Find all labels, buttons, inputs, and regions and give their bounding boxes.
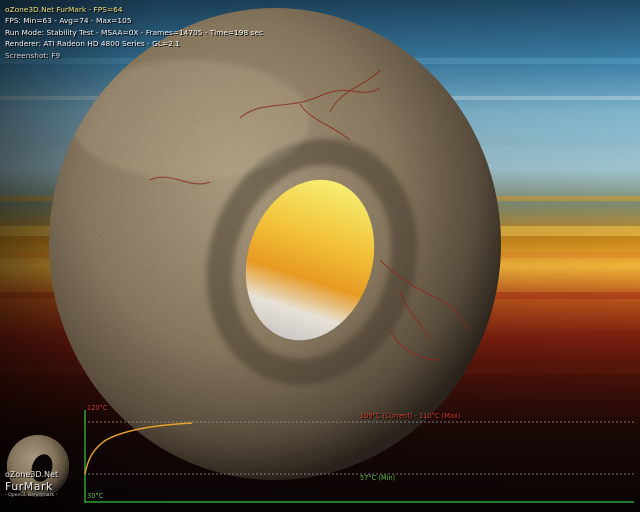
logo-tagline-text: - OpenGL Benchmark - [5,493,58,498]
graph-min-value-label: 57°C (Min) [360,474,396,482]
graph-current-max-label: 109°C (Current) - 110°C (Max) [360,412,461,420]
hud-fps-stats: FPS: Min=63 - Avg=74 - Max=105 [5,16,132,26]
hud-renderer: Renderer: ATI Radeon HD 4800 Series - GL… [5,39,180,49]
temperature-graph [84,410,634,503]
logo-name-text: FurMark [5,480,53,493]
hud-screenshot-hint: Screenshot: F9 [5,50,61,60]
hud-overlay: oZone3D.Net FurMark - FPS=64 FPS: Min=63… [5,4,263,61]
hud-title: oZone3D.Net FurMark - FPS=64 [5,5,123,14]
graph-max-scale-label: 120°C [87,404,108,412]
hud-run-mode: Run Mode: Stability Test - MSAA=0X - Fra… [5,27,263,37]
logo-site-text: oZone3D.Net [5,470,59,479]
graph-min-scale-label: 30°C [87,492,104,500]
temperature-curve [84,422,193,475]
